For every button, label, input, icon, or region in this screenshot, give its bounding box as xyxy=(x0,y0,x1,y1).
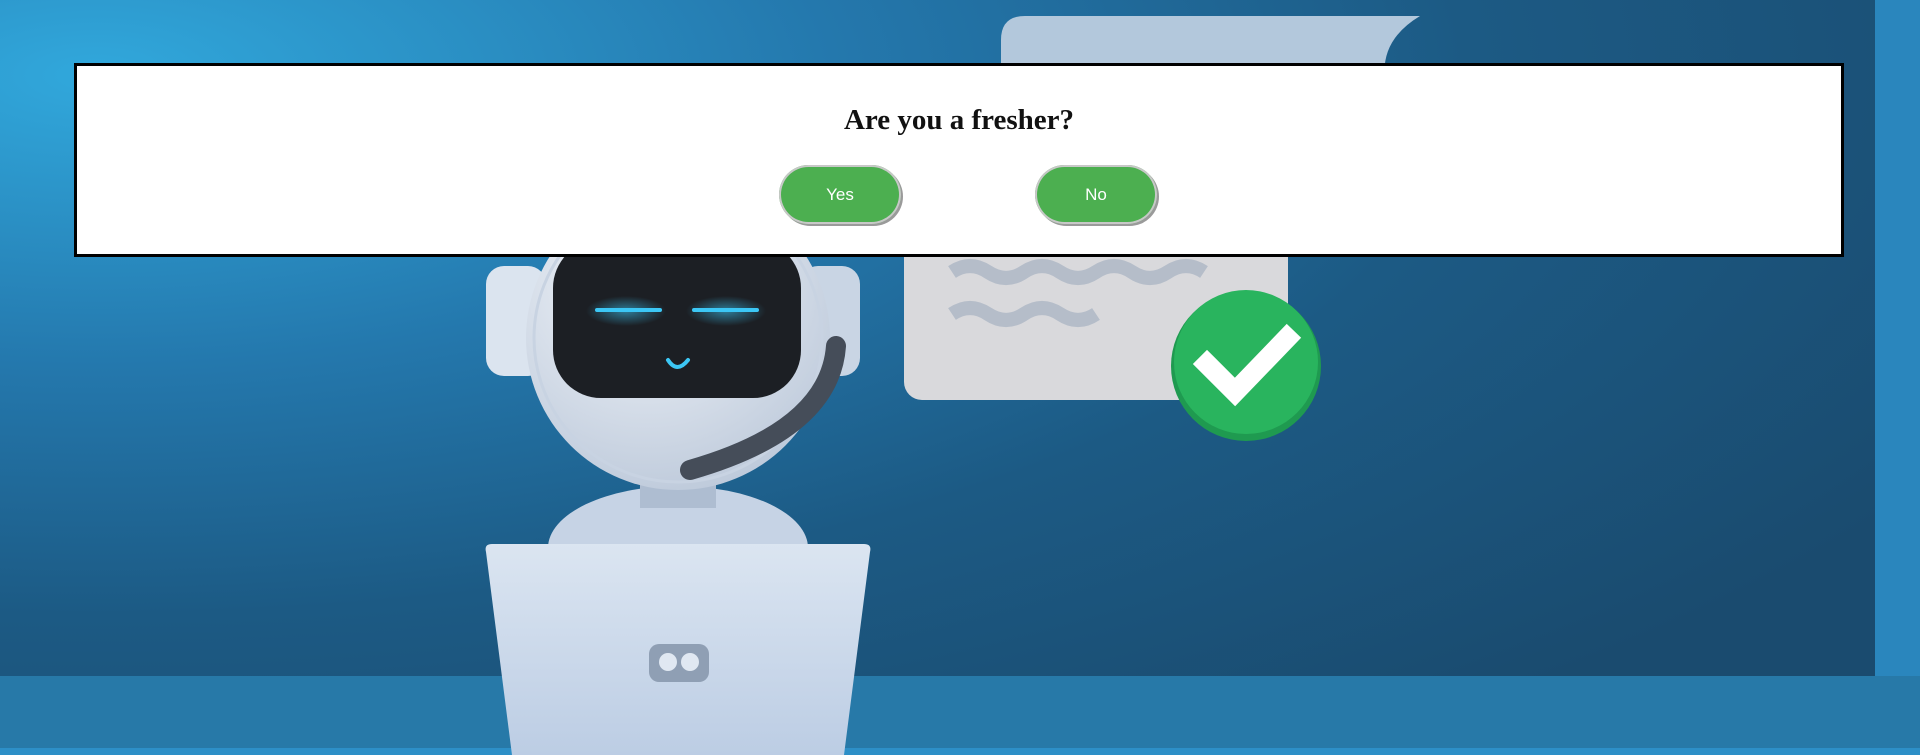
check-circle-icon xyxy=(1171,290,1321,441)
fresher-dialog: Are you a fresher? Yes No xyxy=(74,63,1844,257)
dialog-question: Are you a fresher? xyxy=(843,104,1075,136)
no-button[interactable]: No xyxy=(1035,165,1157,224)
yes-button[interactable]: Yes xyxy=(779,165,901,224)
